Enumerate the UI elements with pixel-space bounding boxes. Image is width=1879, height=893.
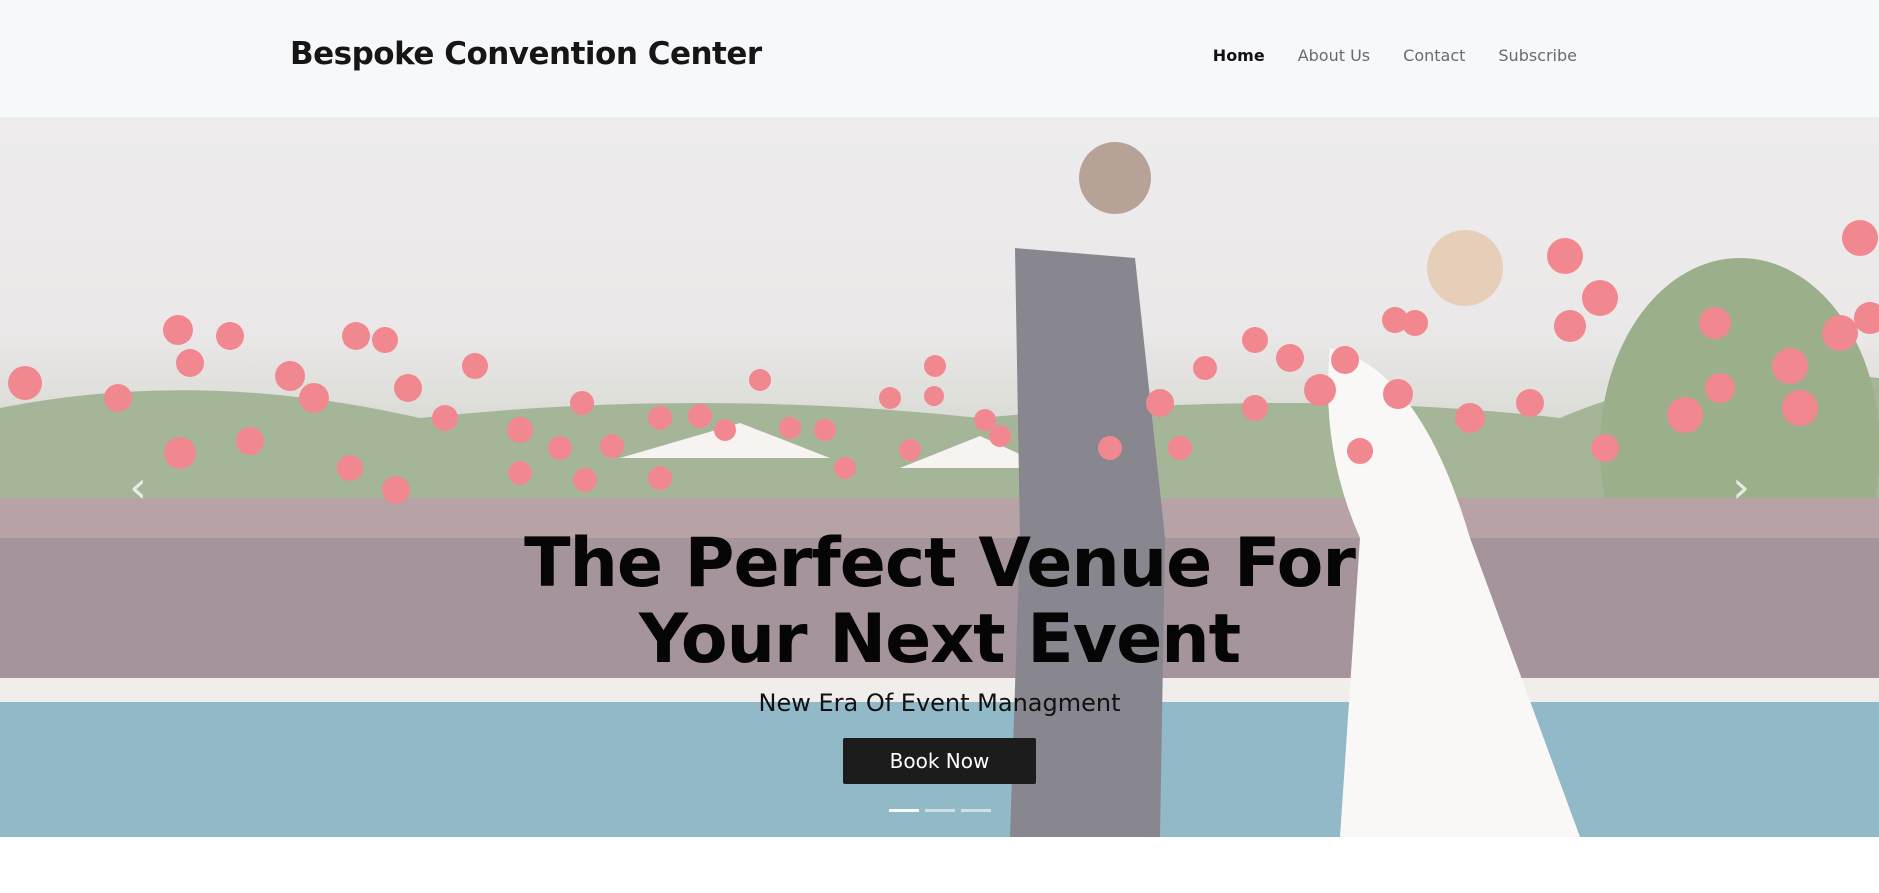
brand-logo[interactable]: Bespoke Convention Center — [290, 36, 762, 72]
hero-title: The Perfect Venue For Your Next Event — [524, 524, 1356, 679]
hero-carousel: ‹ › The Perfect Venue For Your Next Even… — [0, 118, 1879, 837]
book-now-button[interactable]: Book Now — [843, 738, 1036, 784]
hero-content: The Perfect Venue For Your Next Event Ne… — [0, 526, 1879, 784]
chevron-right-icon[interactable]: › — [1721, 458, 1761, 518]
nav-home[interactable]: Home — [1213, 46, 1265, 65]
hero-subtitle: New Era Of Event Managment — [758, 689, 1121, 717]
nav-contact[interactable]: Contact — [1403, 46, 1465, 65]
chevron-left-icon[interactable]: ‹ — [118, 458, 158, 518]
carousel-indicator[interactable] — [960, 809, 991, 812]
carousel-indicator[interactable] — [924, 809, 955, 812]
carousel-indicator[interactable] — [888, 809, 919, 812]
carousel-indicators — [0, 809, 1879, 812]
nav-about-us[interactable]: About Us — [1298, 46, 1370, 65]
navbar: Bespoke Convention Center Home About Us … — [0, 0, 1879, 118]
main-nav: Home About Us Contact Subscribe — [1213, 46, 1577, 65]
nav-subscribe[interactable]: Subscribe — [1498, 46, 1577, 65]
